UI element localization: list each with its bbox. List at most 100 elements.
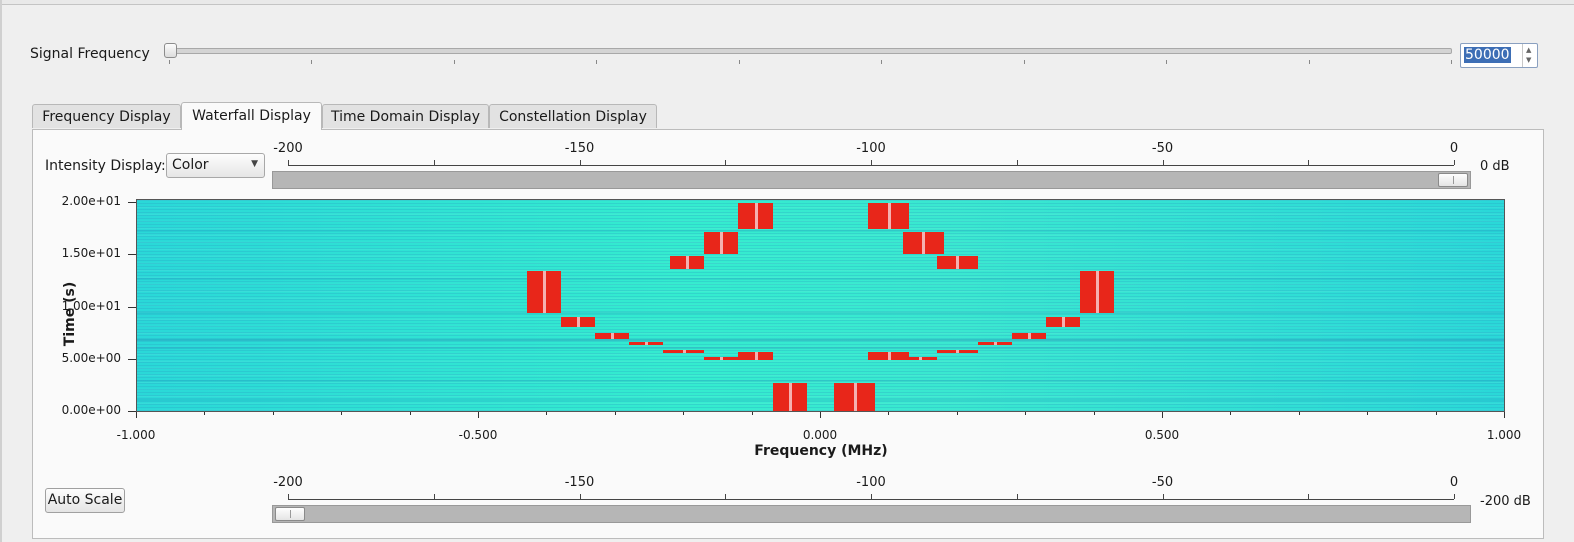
scale-tick bbox=[725, 160, 727, 165]
signal-blip bbox=[764, 377, 815, 411]
min-intensity-handle[interactable] bbox=[275, 507, 305, 521]
x-minor-tick bbox=[1093, 412, 1095, 415]
signal-blip bbox=[894, 351, 945, 365]
x-minor-tick bbox=[888, 412, 890, 415]
x-tick-label: -1.000 bbox=[116, 428, 156, 442]
scale-tick-label: -150 bbox=[564, 475, 595, 490]
x-minor-tick bbox=[1298, 412, 1300, 415]
x-axis-title: Frequency (MHz) bbox=[754, 443, 888, 459]
min-intensity-value: -200 dB bbox=[1480, 494, 1531, 509]
scale-tick bbox=[1454, 494, 1455, 499]
spin-up-icon[interactable]: ▲ bbox=[1526, 47, 1531, 54]
scale-tick bbox=[871, 494, 872, 499]
slider-tick bbox=[1308, 60, 1310, 64]
signal-center-stripe bbox=[645, 341, 649, 346]
signal-blip bbox=[655, 345, 713, 359]
x-minor-tick bbox=[204, 412, 206, 415]
scale-tick bbox=[579, 494, 581, 499]
slider-handle[interactable] bbox=[164, 43, 177, 58]
y-tick bbox=[128, 306, 136, 308]
noise-band bbox=[137, 338, 1504, 341]
signal-center-stripe bbox=[956, 256, 960, 269]
scale-tick-label: -50 bbox=[1151, 141, 1174, 156]
auto-scale-button[interactable]: Auto Scale bbox=[45, 488, 125, 513]
signal-blip bbox=[730, 200, 781, 235]
max-intensity-handle[interactable] bbox=[1438, 173, 1468, 187]
y-tick bbox=[128, 202, 136, 203]
tab-constellation-display[interactable]: Constellation Display bbox=[489, 104, 657, 128]
signal-center-stripe bbox=[993, 341, 997, 346]
scale-tick bbox=[433, 160, 435, 165]
signal-blip bbox=[662, 251, 713, 274]
x-minor-tick bbox=[136, 412, 137, 415]
slider-tick bbox=[169, 60, 170, 64]
signal-blip bbox=[696, 227, 747, 260]
spinbox-buttons: ▲ ▼ bbox=[1522, 44, 1537, 67]
slider-tick bbox=[453, 60, 455, 64]
x-minor-tick bbox=[478, 412, 479, 415]
window-left-border bbox=[0, 0, 2, 542]
waterfall-plot[interactable] bbox=[136, 199, 1505, 412]
noise-band bbox=[137, 347, 1504, 350]
slider-tick bbox=[311, 60, 313, 64]
signal-blip bbox=[826, 377, 884, 411]
tab-time-domain-display[interactable]: Time Domain Display bbox=[322, 104, 489, 128]
x-minor-tick bbox=[751, 412, 753, 415]
x-minor-tick bbox=[409, 412, 411, 415]
scale-tick bbox=[288, 494, 289, 499]
chevron-down-icon: ▼ bbox=[251, 159, 258, 169]
spinbox-value[interactable]: 50000 bbox=[1464, 47, 1511, 63]
scale-tick bbox=[1016, 494, 1018, 499]
signal-center-stripe bbox=[1027, 332, 1031, 339]
scale-tick-label: -150 bbox=[564, 141, 595, 156]
scale-tick bbox=[1162, 160, 1164, 165]
signal-center-stripe bbox=[918, 356, 922, 360]
noise-band bbox=[137, 399, 1504, 402]
max-intensity-value: 0 dB bbox=[1480, 159, 1510, 174]
signal-center-stripe bbox=[887, 352, 891, 360]
signal-blip bbox=[586, 327, 638, 344]
signal-frequency-slider[interactable] bbox=[162, 40, 1458, 66]
signal-center-stripe bbox=[887, 203, 891, 230]
slider-groove bbox=[168, 48, 1452, 54]
x-tick-label: -0.500 bbox=[458, 428, 498, 442]
y-tick-label: 5.00e+00 bbox=[61, 350, 121, 365]
scale-tick bbox=[871, 160, 872, 165]
signal-center-stripe bbox=[720, 232, 724, 255]
intensity-display-label: Intensity Display: bbox=[45, 158, 166, 174]
y-tick-label: 1.50e+01 bbox=[61, 246, 121, 261]
noise-band bbox=[137, 379, 1504, 382]
x-tick-label: 0.500 bbox=[1144, 428, 1180, 442]
tab-frequency-display[interactable]: Frequency Display bbox=[32, 104, 181, 128]
signal-center-stripe bbox=[1096, 270, 1100, 313]
x-minor-tick bbox=[1367, 412, 1369, 415]
signal-blip bbox=[552, 311, 603, 333]
x-minor-tick bbox=[1230, 412, 1232, 415]
tab-waterfall-display[interactable]: Waterfall Display bbox=[181, 102, 322, 130]
x-minor-tick bbox=[1504, 412, 1505, 415]
signal-center-stripe bbox=[1062, 316, 1066, 328]
y-tick bbox=[128, 358, 136, 360]
slider-tick bbox=[881, 60, 883, 64]
x-minor-tick bbox=[1025, 412, 1027, 415]
slider-tick bbox=[1166, 60, 1168, 64]
x-minor-tick bbox=[341, 412, 343, 415]
min-intensity-slider[interactable] bbox=[272, 505, 1471, 523]
scale-tick bbox=[1016, 160, 1018, 165]
slider-tick bbox=[738, 60, 740, 64]
intensity-display-select[interactable]: Color ▼ bbox=[166, 153, 265, 178]
spin-down-icon[interactable]: ▼ bbox=[1526, 57, 1531, 64]
signal-blip bbox=[1038, 311, 1089, 333]
scale-tick bbox=[1308, 494, 1310, 499]
signal-frequency-spinbox[interactable]: 50000 ▲ ▼ bbox=[1460, 43, 1538, 68]
scale-tick bbox=[288, 160, 289, 165]
slider-tick bbox=[596, 60, 598, 64]
intensity-selected-value: Color bbox=[172, 157, 209, 173]
max-intensity-slider[interactable] bbox=[272, 171, 1471, 189]
scale-tick bbox=[579, 160, 581, 165]
x-minor-tick bbox=[272, 412, 274, 415]
x-tick-label: 0.000 bbox=[802, 428, 838, 442]
signal-center-stripe bbox=[542, 270, 546, 313]
signal-blip bbox=[928, 345, 986, 359]
signal-blip bbox=[969, 336, 1020, 351]
